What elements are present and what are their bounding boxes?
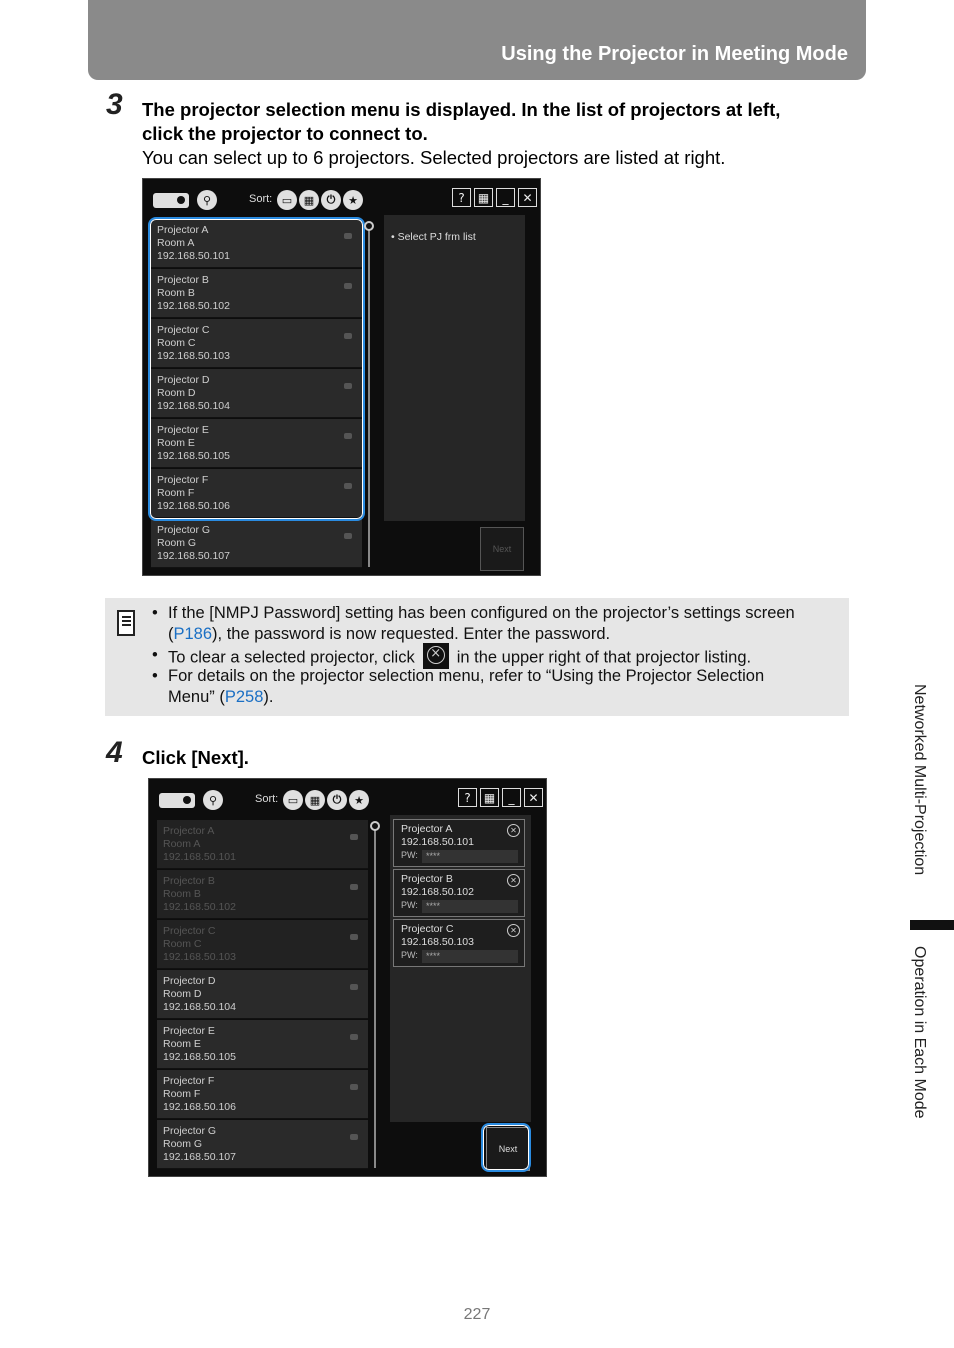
remove-icon[interactable]: ✕ — [507, 874, 520, 887]
list-item[interactable]: Projector G Room G 192.168.50.107 — [157, 1120, 368, 1169]
step-3-heading-line1: The projector selection menu is displaye… — [142, 99, 781, 120]
next-button[interactable]: Next — [480, 527, 524, 571]
close-button[interactable]: ✕ — [524, 788, 543, 807]
sort-input-icon[interactable]: ▦ — [299, 190, 319, 210]
status-icon — [350, 1134, 358, 1140]
toolbar: ⚲ Sort: ▭ ▦ ⏻ ★ ? ▦ _ ✕ — [143, 179, 540, 215]
close-button[interactable]: ✕ — [518, 188, 537, 207]
step-4-number: 4 — [106, 736, 123, 769]
note-icon — [117, 610, 135, 636]
scrollbar-track[interactable] — [368, 227, 370, 567]
menu-grid-button[interactable]: ▦ — [480, 788, 499, 807]
list-item[interactable]: Projector B Room B 192.168.50.102 — [157, 870, 368, 919]
sort-power-icon[interactable]: ⏻ — [321, 190, 341, 210]
list-item[interactable]: Projector G Room G 192.168.50.107 — [151, 519, 362, 568]
scrollbar-track[interactable] — [374, 828, 376, 1168]
selection-highlight — [148, 217, 365, 521]
list-item[interactable]: Projector E Room E 192.168.50.105 — [157, 1020, 368, 1069]
scrollbar-thumb[interactable] — [370, 821, 380, 831]
side-section-label: Networked Multi-Projection — [911, 684, 928, 876]
sort-favorite-icon[interactable]: ★ — [349, 790, 369, 810]
menu-grid-button[interactable]: ▦ — [474, 188, 493, 207]
step-4-heading: Click [Next]. — [142, 747, 249, 768]
sort-label: Sort: — [249, 193, 273, 205]
step-3-number: 3 — [106, 88, 123, 121]
scrollbar-thumb[interactable] — [364, 221, 374, 231]
status-icon — [344, 533, 352, 539]
note-item-3-line2: Menu” (P258). — [168, 688, 274, 706]
note-item-1-line1: If the [NMPJ Password] setting has been … — [168, 604, 795, 622]
password-field[interactable]: **** — [422, 950, 518, 963]
list-item[interactable]: Projector D Room D 192.168.50.104 — [157, 970, 368, 1019]
status-icon — [350, 884, 358, 890]
remove-icon[interactable]: ✕ — [507, 924, 520, 937]
list-item[interactable]: Projector C Room C 192.168.50.103 — [157, 920, 368, 969]
selected-projectors-panel: • Select PJ frm list — [384, 215, 525, 521]
step-3-description: You can select up to 6 projectors. Selec… — [142, 147, 726, 168]
help-button[interactable]: ? — [452, 188, 471, 207]
minimize-button[interactable]: _ — [496, 188, 515, 207]
note-box: • If the [NMPJ Password] setting has bee… — [105, 598, 849, 716]
status-icon — [350, 1034, 358, 1040]
minimize-button[interactable]: _ — [502, 788, 521, 807]
step-3-heading-line2: click the projector to connect to. — [142, 123, 428, 144]
next-highlight — [481, 1123, 531, 1172]
status-icon — [350, 834, 358, 840]
side-divider — [910, 920, 954, 930]
bullet: • — [152, 667, 158, 685]
help-button[interactable]: ? — [458, 788, 477, 807]
selected-projector-card: Projector A 192.168.50.101 ✕ PW: **** — [393, 819, 525, 867]
password-field[interactable]: **** — [422, 900, 518, 913]
remove-icon[interactable]: ✕ — [507, 824, 520, 837]
projector-list: Projector A Room A 192.168.50.101 Projec… — [157, 820, 368, 1170]
projector-icon[interactable] — [159, 793, 195, 808]
list-item[interactable]: Projector A Room A 192.168.50.101 — [157, 820, 368, 869]
sort-favorite-icon[interactable]: ★ — [343, 190, 363, 210]
search-icon[interactable]: ⚲ — [203, 790, 223, 810]
selected-projector-card: Projector B 192.168.50.102 ✕ PW: **** — [393, 869, 525, 917]
select-hint: • Select PJ frm list — [391, 231, 476, 243]
toolbar: ⚲ Sort: ▭ ▦ ⏻ ★ ? ▦ _ ✕ — [149, 779, 546, 815]
page-header: Using the Projector in Meeting Mode — [88, 0, 866, 80]
password-field[interactable]: **** — [422, 850, 518, 863]
status-icon — [350, 934, 358, 940]
side-chapter-label: Operation in Each Mode — [911, 946, 928, 1119]
page-number: 227 — [463, 1306, 491, 1323]
page-link-p186[interactable]: P186 — [174, 625, 213, 643]
status-icon — [350, 984, 358, 990]
projector-selection-screenshot-1: ⚲ Sort: ▭ ▦ ⏻ ★ ? ▦ _ ✕ Projector A Room… — [142, 178, 541, 576]
sort-label: Sort: — [255, 793, 279, 805]
note-item-1-line2: (P186), the password is now requested. E… — [168, 625, 611, 643]
list-item[interactable]: Projector F Room F 192.168.50.106 — [157, 1070, 368, 1119]
sort-projector-icon[interactable]: ▭ — [283, 790, 303, 810]
bullet: • — [152, 646, 158, 664]
status-icon — [350, 1084, 358, 1090]
sort-projector-icon[interactable]: ▭ — [277, 190, 297, 210]
search-icon[interactable]: ⚲ — [197, 190, 217, 210]
note-item-3-line1: For details on the projector selection m… — [168, 667, 765, 685]
bullet: • — [152, 604, 158, 622]
page-link-p258[interactable]: P258 — [225, 688, 264, 706]
selected-projectors-panel: Projector A 192.168.50.101 ✕ PW: **** Pr… — [390, 815, 531, 1122]
selected-projector-card: Projector C 192.168.50.103 ✕ PW: **** — [393, 919, 525, 967]
sort-input-icon[interactable]: ▦ — [305, 790, 325, 810]
projector-icon[interactable] — [153, 193, 189, 208]
header-title: Using the Projector in Meeting Mode — [501, 43, 848, 65]
sort-power-icon[interactable]: ⏻ — [327, 790, 347, 810]
projector-selection-screenshot-2: ⚲ Sort: ▭ ▦ ⏻ ★ ? ▦ _ ✕ Projector A Room… — [148, 778, 547, 1177]
